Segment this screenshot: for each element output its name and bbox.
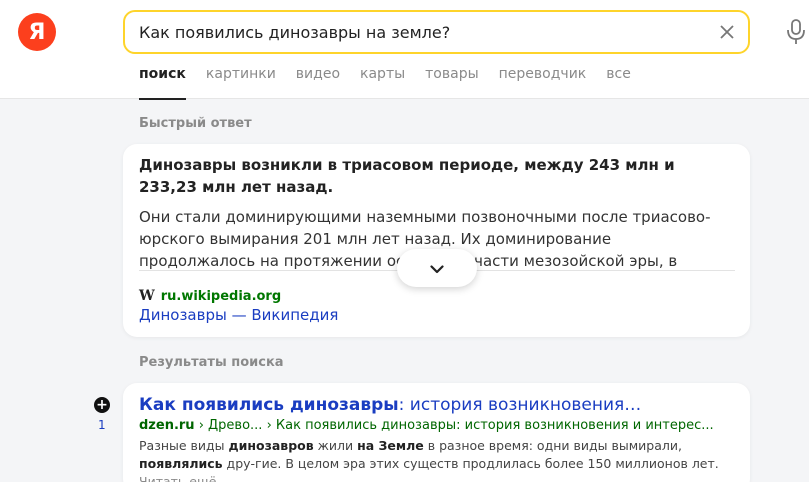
microphone-icon[interactable]: [785, 18, 807, 46]
quick-answer-title: Динозавры возникли в триасовом периоде, …: [139, 156, 675, 196]
source-domain[interactable]: ru.wikipedia.org: [161, 289, 281, 304]
result-title-rest: : история возникновения…: [398, 395, 642, 415]
search-tabs: поиск картинки видео карты товары перево…: [139, 66, 631, 100]
tab-products[interactable]: товары: [425, 66, 479, 99]
search-result: Как появились динозавры: история возникн…: [123, 383, 750, 482]
close-icon[interactable]: [716, 21, 738, 43]
result-snippet: Разные виды динозавров жили на Земле в р…: [139, 437, 737, 482]
read-more-link[interactable]: Читать ещё: [139, 474, 216, 482]
tab-search[interactable]: поиск: [139, 66, 186, 100]
result-path[interactable]: › Древо... › Как появились динозавры: ис…: [195, 418, 714, 433]
header: Я поиск картинки видео карты товары пере…: [0, 0, 809, 100]
tab-translator[interactable]: переводчик: [499, 66, 587, 99]
search-input[interactable]: [139, 12, 699, 52]
results-label: Результаты поиска: [139, 355, 284, 370]
yandex-logo[interactable]: Я: [18, 13, 56, 51]
tab-video[interactable]: видео: [296, 66, 340, 99]
quick-answer-card: Динозавры возникли в триасовом периоде, …: [123, 144, 750, 337]
result-title-link[interactable]: Как появились динозавры: история возникн…: [139, 395, 641, 415]
plus-count: 1: [98, 418, 106, 432]
tab-images[interactable]: картинки: [206, 66, 276, 99]
source-row: W ru.wikipedia.org: [139, 288, 281, 304]
tab-maps[interactable]: карты: [360, 66, 405, 99]
source-title-link[interactable]: Динозавры — Википедия: [139, 306, 338, 324]
expand-button[interactable]: [397, 249, 477, 287]
plus-icon[interactable]: +: [94, 397, 110, 413]
wikipedia-icon: W: [139, 288, 155, 304]
result-title-bold: Как появились динозавры: [139, 395, 399, 415]
quick-answer-label: Быстрый ответ: [139, 116, 252, 131]
tab-all[interactable]: все: [606, 66, 631, 99]
result-url: dzen.ru › Древо... › Как появились диноз…: [139, 418, 714, 433]
chevron-down-icon: [430, 259, 444, 278]
result-domain[interactable]: dzen.ru: [139, 418, 195, 433]
search-box[interactable]: [123, 10, 750, 54]
